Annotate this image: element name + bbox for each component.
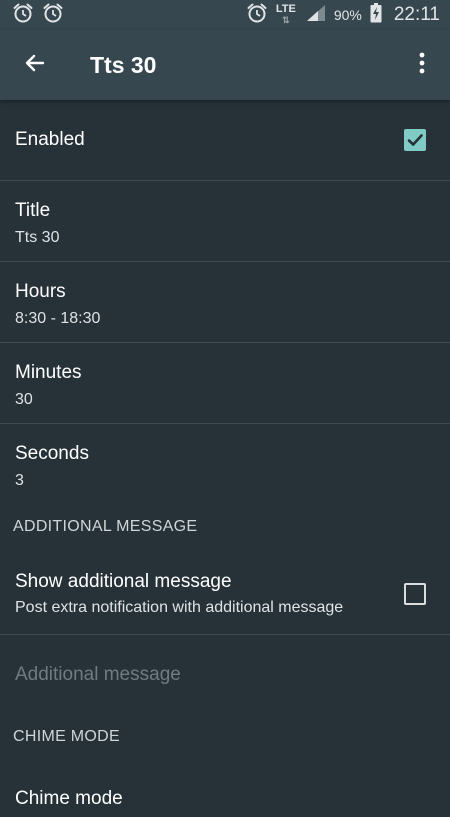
battery-charging-icon: [370, 2, 382, 28]
hours-setting[interactable]: Hours 8:30 - 18:30: [0, 262, 450, 343]
settings-list: Enabled Title Tts 30 Hours 8:30 - 18:30 …: [0, 100, 450, 817]
more-vert-icon: [419, 52, 425, 79]
enabled-label: Enabled: [15, 129, 85, 150]
status-bar: LTE ⇅ 90% 22:11: [0, 0, 450, 30]
show-additional-message-checkbox[interactable]: [404, 583, 426, 605]
additional-message-section-header: ADDITIONAL MESSAGE: [13, 518, 198, 535]
chime-mode-label: Chime mode: [15, 788, 123, 809]
hours-value: 8:30 - 18:30: [15, 310, 101, 327]
title-value: Tts 30: [15, 229, 60, 246]
overflow-menu-button[interactable]: [400, 30, 444, 100]
show-additional-message-summary: Post extra notification with additional …: [15, 599, 344, 616]
lte-indicator: LTE ⇅: [276, 4, 296, 26]
seconds-value: 3: [15, 472, 24, 489]
battery-percent: 90%: [333, 7, 362, 23]
minutes-label: Minutes: [15, 362, 82, 383]
page-title: Tts 30: [90, 51, 157, 78]
signal-icon: [306, 4, 326, 27]
title-setting[interactable]: Title Tts 30: [0, 181, 450, 262]
enabled-setting[interactable]: Enabled: [0, 100, 450, 181]
chime-mode-section-header: CHIME MODE: [13, 728, 120, 745]
show-additional-message-label: Show additional message: [15, 571, 232, 592]
hours-label: Hours: [15, 281, 66, 302]
minutes-setting[interactable]: Minutes 30: [0, 343, 450, 424]
additional-message-label: Additional message: [15, 664, 181, 685]
seconds-label: Seconds: [15, 443, 89, 464]
clock: 22:11: [393, 4, 440, 25]
seconds-setting[interactable]: Seconds 3: [0, 424, 450, 504]
alarm-icon: [12, 2, 34, 29]
network-type: LTE: [275, 3, 296, 15]
check-icon: [407, 134, 423, 146]
title-label: Title: [15, 200, 51, 221]
data-activity-icon: ⇅: [282, 15, 290, 25]
additional-message-setting: Additional message: [0, 635, 450, 715]
show-additional-message-setting[interactable]: Show additional message Post extra notif…: [0, 550, 450, 635]
status-bar-right: LTE ⇅ 90% 22:11: [246, 2, 440, 29]
enabled-checkbox[interactable]: [404, 129, 426, 151]
alarm-icon: [246, 2, 268, 29]
status-bar-left: [12, 2, 64, 29]
back-button[interactable]: [0, 30, 70, 100]
chime-mode-setting[interactable]: Chime mode: [0, 759, 450, 817]
arrow-back-icon: [23, 51, 47, 80]
alarm-icon: [42, 2, 64, 29]
minutes-value: 30: [15, 391, 33, 408]
app-bar: Tts 30: [0, 30, 450, 100]
